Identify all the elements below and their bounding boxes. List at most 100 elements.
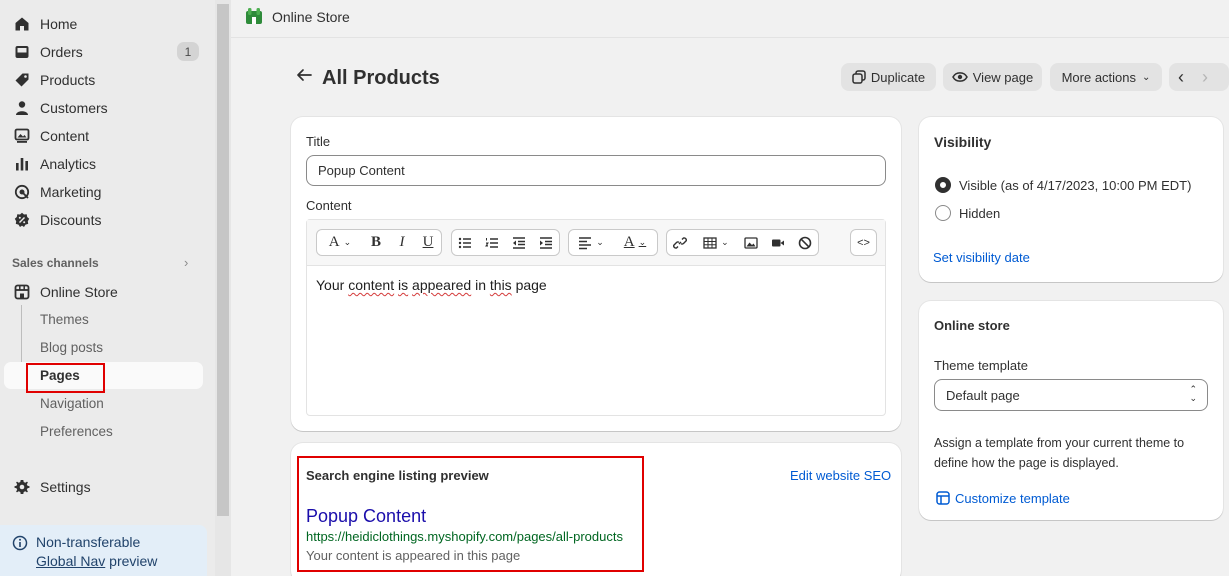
editor-word: this [489,277,512,293]
duplicate-icon [852,70,866,84]
alignment-color-group: ⌄ A ⌄ [568,229,658,256]
chevron-down-icon: ⌄ [1142,71,1151,83]
gear-icon [14,479,30,495]
editor-word: Your [316,277,345,293]
sub-item-navigation[interactable]: Navigation [4,390,203,417]
nav-marketing[interactable]: Marketing [4,178,203,205]
nav-settings[interactable]: Settings [4,473,203,500]
customize-template-icon [936,491,950,508]
more-actions-button[interactable]: More actions ⌄ [1050,63,1162,91]
sub-item-blog-posts[interactable]: Blog posts [4,334,203,361]
image-icon[interactable] [738,230,765,255]
back-arrow-icon[interactable] [295,66,313,84]
text-align-dropdown[interactable]: ⌄ [569,230,613,255]
editor-word: page [515,277,547,293]
nav-label: Home [40,15,78,32]
nav-label: Products [40,71,96,88]
underline-icon[interactable]: U [415,230,441,255]
more-actions-label: More actions [1061,69,1137,85]
orders-count-badge: 1 [177,42,199,61]
sub-item-preferences[interactable]: Preferences [4,418,203,445]
content-icon [14,128,30,144]
text-color-dropdown[interactable]: A ⌄ [613,230,657,255]
discount-icon [14,212,30,228]
nav-label: Customers [40,99,108,116]
outdent-icon[interactable] [506,230,533,255]
pagination-group: ‹ › [1169,63,1229,91]
theme-template-value: Default page [946,387,1020,403]
editor-content[interactable]: Your content is appeared in this page [316,277,547,293]
duplicate-label: Duplicate [870,69,926,85]
chevron-right-icon[interactable]: › [184,255,188,270]
font-style-dropdown[interactable]: A ⌄ [317,230,363,255]
store-icon [14,284,30,300]
tag-icon [14,72,30,88]
visible-radio[interactable] [935,177,951,193]
global-nav-preview-notice: Non-transferable Global Nav preview [0,525,207,576]
nav-label: Discounts [40,211,102,228]
title-label: Title [306,134,331,149]
nav-products[interactable]: Products [4,66,203,93]
link-icon[interactable] [667,230,694,255]
preview-notice-suffix: preview [105,553,158,569]
hidden-option-label: Hidden [959,206,1001,221]
title-input[interactable]: Popup Content [306,155,886,186]
view-page-button[interactable]: View page [943,63,1042,91]
previous-page-icon[interactable]: ‹ [1178,67,1184,88]
global-nav-link[interactable]: Global Nav [36,553,105,569]
nav-home[interactable]: Home [4,10,203,37]
preview-notice-text: Non-transferable Global Nav preview [36,534,157,576]
edit-website-seo-link[interactable]: Edit website SEO [790,468,891,483]
info-icon [12,535,28,551]
table-dropdown[interactable]: ⌄ [694,230,738,255]
sidebar: Home Orders 1 Products Customers Content… [0,0,215,576]
customize-template-link[interactable]: Customize template [955,491,1070,506]
hidden-radio[interactable] [935,205,951,221]
nav-customers[interactable]: Customers [4,94,203,121]
list-group [451,229,560,256]
html-group: <> [850,229,877,256]
sales-channels-label: Sales channels [12,256,99,270]
nav-content[interactable]: Content [4,122,203,149]
preview-notice-line1: Non-transferable [36,534,141,550]
person-icon [14,100,30,116]
eye-icon [951,72,968,82]
editor-toolbar: A ⌄ B I U ⌄ A ⌄ ⌄ <> [307,220,885,266]
scrollbar-thumb[interactable] [217,4,229,516]
show-html-icon[interactable]: <> [851,230,876,255]
insert-group: ⌄ [666,229,819,256]
bold-icon[interactable]: B [363,230,389,255]
bar-chart-icon [14,156,30,172]
text-format-group: A ⌄ B I U [316,229,442,256]
visibility-heading: Visibility [934,134,992,150]
pages-highlight-box [26,363,105,393]
video-icon[interactable] [765,230,792,255]
bulleted-list-icon[interactable] [452,230,479,255]
indent-icon[interactable] [532,230,559,255]
sub-item-themes[interactable]: Themes [4,306,203,333]
nav-online-store[interactable]: Online Store [4,278,203,305]
theme-template-select[interactable]: Default page ⌃ ⌄ [934,379,1208,411]
sidebar-scrollbar[interactable] [215,0,231,576]
content-label: Content [306,198,352,213]
topbar-store-name: Online Store [272,9,350,25]
italic-icon[interactable]: I [389,230,415,255]
home-icon [14,16,30,32]
clear-format-icon[interactable] [791,230,818,255]
template-description: Assign a template from your current them… [934,436,1185,470]
nav-orders[interactable]: Orders 1 [4,38,203,65]
nav-discounts[interactable]: Discounts [4,206,203,233]
duplicate-button[interactable]: Duplicate [841,63,936,91]
editor-word: is [398,277,409,293]
nav-label: Online Store [40,283,118,300]
nav-label: Analytics [40,155,97,172]
editor-word: content [348,277,395,293]
orders-icon [14,44,30,60]
set-visibility-date-link[interactable]: Set visibility date [933,250,1030,265]
nav-label: Content [40,127,90,144]
nav-analytics[interactable]: Analytics [4,150,203,177]
next-page-icon[interactable]: › [1202,67,1208,88]
numbered-list-icon[interactable] [479,230,506,255]
target-icon [14,184,30,200]
visible-option-label: Visible (as of 4/17/2023, 10:00 PM EDT) [959,178,1192,193]
